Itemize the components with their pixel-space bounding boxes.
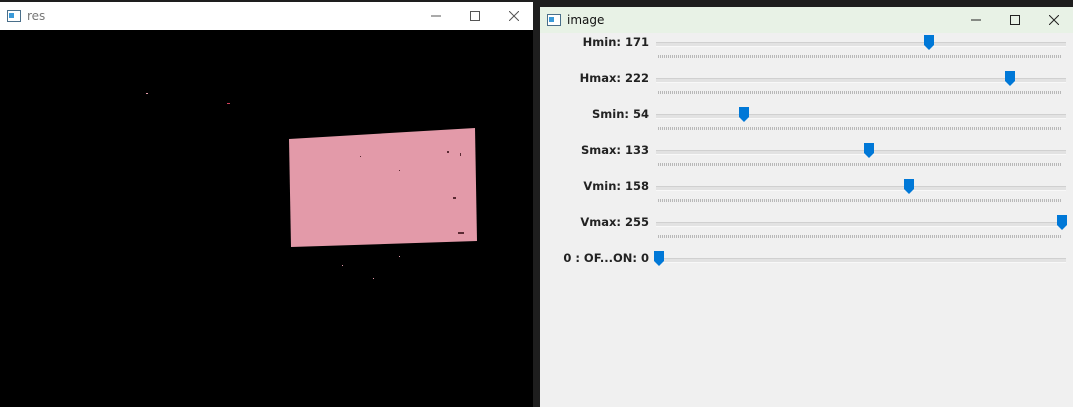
minimize-button[interactable] bbox=[956, 7, 995, 33]
trackbar-ticks bbox=[658, 163, 1062, 166]
trackbar-thumb[interactable] bbox=[1057, 215, 1067, 230]
res-titlebar[interactable]: res bbox=[0, 2, 533, 30]
trackbar-vmax[interactable]: Vmax: 255 bbox=[540, 213, 1073, 249]
desktop-gap bbox=[533, 0, 540, 407]
trackbar-ticks bbox=[658, 91, 1062, 94]
trackbar-groove[interactable] bbox=[656, 222, 1066, 227]
trackbar-ticks bbox=[658, 55, 1062, 58]
close-button[interactable] bbox=[1034, 7, 1073, 33]
close-icon bbox=[508, 11, 519, 21]
trackbar-smin[interactable]: Smin: 54 bbox=[540, 105, 1073, 141]
minimize-icon bbox=[970, 19, 981, 21]
detected-pink-region bbox=[289, 128, 477, 247]
trackbar-thumb[interactable] bbox=[864, 143, 875, 158]
trackbar-label: Hmin: 171 bbox=[582, 35, 649, 49]
trackbar-groove[interactable] bbox=[656, 150, 1066, 155]
trackbar-switch[interactable]: 0 : OF...ON: 0 bbox=[540, 249, 1073, 285]
maximize-button[interactable] bbox=[455, 2, 494, 30]
trackbar-ticks bbox=[658, 127, 1062, 130]
trackbar-groove[interactable] bbox=[656, 186, 1066, 191]
maximize-button[interactable] bbox=[995, 7, 1034, 33]
res-window[interactable]: res bbox=[0, 2, 533, 407]
trackbar-label: Vmin: 158 bbox=[583, 179, 649, 193]
trackbar-label: Hmax: 222 bbox=[579, 71, 649, 85]
mask-result-image bbox=[0, 30, 533, 407]
opencv-window-icon bbox=[7, 10, 21, 22]
close-icon bbox=[1048, 15, 1059, 25]
trackbar-groove[interactable] bbox=[656, 42, 1066, 47]
trackbar-label: Smin: 54 bbox=[591, 107, 649, 121]
image-window[interactable]: image Hmin: 171 Hmax: 222 Smin: 54 Smax:… bbox=[540, 7, 1073, 407]
trackbar-thumb[interactable] bbox=[1004, 71, 1015, 86]
trackbar-ticks bbox=[658, 235, 1062, 238]
trackbar-thumb[interactable] bbox=[739, 107, 750, 122]
minimize-icon bbox=[430, 15, 441, 17]
trackbar-label: Smax: 133 bbox=[580, 143, 649, 157]
trackbar-vmin[interactable]: Vmin: 158 bbox=[540, 177, 1073, 213]
trackbar-label: Vmax: 255 bbox=[580, 215, 649, 229]
trackbar-groove[interactable] bbox=[656, 114, 1066, 119]
trackbar-thumb[interactable] bbox=[924, 35, 935, 50]
trackbar-thumb[interactable] bbox=[903, 179, 914, 194]
minimize-button[interactable] bbox=[416, 2, 455, 30]
mask-preview-svg bbox=[146, 93, 477, 279]
close-button[interactable] bbox=[494, 2, 533, 30]
trackbar-hmax[interactable]: Hmax: 222 bbox=[540, 69, 1073, 105]
trackbar-smax[interactable]: Smax: 133 bbox=[540, 141, 1073, 177]
trackbar-ticks bbox=[658, 199, 1062, 202]
res-window-title: res bbox=[27, 9, 46, 23]
image-titlebar[interactable]: image bbox=[540, 7, 1073, 33]
trackbar-hmin[interactable]: Hmin: 171 bbox=[540, 33, 1073, 69]
opencv-window-icon bbox=[547, 14, 561, 26]
trackbar-groove[interactable] bbox=[656, 258, 1066, 263]
image-window-title: image bbox=[567, 13, 605, 27]
trackbar-thumb[interactable] bbox=[654, 251, 664, 266]
maximize-icon bbox=[469, 11, 480, 21]
maximize-icon bbox=[1009, 15, 1020, 25]
trackbar-label: 0 : OF...ON: 0 bbox=[563, 251, 649, 265]
